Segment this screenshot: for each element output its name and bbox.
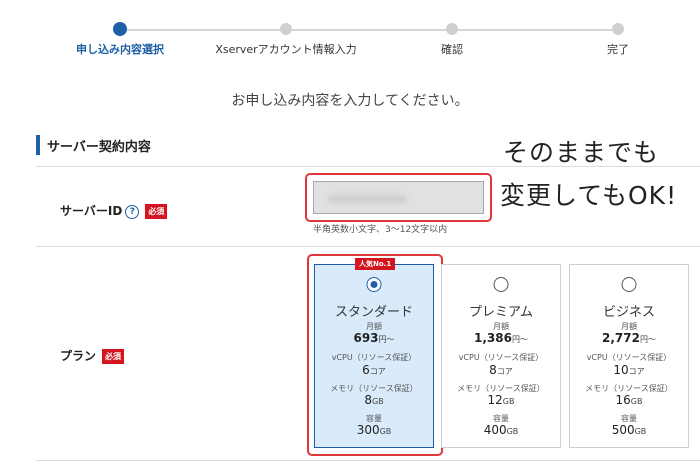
radio-unselected[interactable]: [493, 277, 509, 292]
storage-value: 400GB: [483, 423, 519, 437]
divider: [36, 246, 700, 247]
radio-unselected[interactable]: [621, 277, 637, 292]
plan-card-business[interactable]: ビジネス 月額 2,772円～ vCPU（リソース保証） 10コア メモリ（リソ…: [569, 264, 689, 448]
vcpu-caption: vCPU（リソース保証）: [586, 353, 672, 362]
plan-name: スタンダード: [334, 305, 413, 320]
plan-card-standard[interactable]: スタンダード 月額 693円～ vCPU（リソース保証） 6コア メモリ（リソー…: [314, 264, 434, 448]
plan-price: 693円～: [353, 331, 395, 345]
progress-stepper: 申し込み内容選択 Xserverアカウント情報入力 確認 完了: [0, 0, 700, 60]
step-dot: [446, 23, 458, 35]
handwritten-note-line1: そのままでも: [503, 138, 660, 167]
server-id-input[interactable]: xxxxxxxxxxxx: [313, 181, 484, 214]
handwritten-note-line2: 変更してもOK!: [500, 181, 678, 210]
server-id-value: xxxxxxxxxxxx: [328, 192, 407, 205]
help-icon[interactable]: ?: [125, 204, 140, 219]
plan-price: 2,772円～: [602, 331, 656, 345]
storage-value: 500GB: [611, 423, 647, 437]
step-label-complete: 完了: [607, 43, 629, 56]
step-dot-current: [113, 22, 127, 36]
server-id-label-group: サーバーID? 必須: [60, 202, 168, 219]
vcpu-caption: vCPU（リソース保証）: [331, 353, 417, 362]
vcpu-value: 6コア: [362, 363, 386, 377]
memory-value: 12GB: [487, 393, 515, 407]
page-subtitle: お申し込み内容を入力してください。: [231, 93, 469, 109]
memory-value: 8GB: [364, 393, 384, 407]
server-id-label: サーバーID: [60, 204, 123, 218]
step-label-account: Xserverアカウント情報入力: [215, 43, 357, 56]
divider: [36, 460, 700, 461]
plan-card-premium[interactable]: プレミアム 月額 1,386円～ vCPU（リソース保証） 8コア メモリ（リソ…: [441, 264, 561, 448]
section-title: サーバー契約内容: [47, 140, 151, 155]
server-id-hint: 半角英数小文字、3～12文字以内: [313, 225, 448, 235]
stepper-line: [120, 29, 286, 31]
required-badge: 必須: [102, 349, 125, 364]
vcpu-value: 10コア: [613, 363, 645, 377]
storage-value: 300GB: [356, 423, 392, 437]
step-dot: [280, 23, 292, 35]
stepper-line: [452, 29, 618, 31]
vcpu-caption: vCPU（リソース保証）: [458, 353, 544, 362]
step-label-confirm: 確認: [441, 43, 463, 56]
plan-label-group: プラン 必須: [60, 347, 125, 364]
vcpu-value: 8コア: [489, 363, 513, 377]
popular-badge: 人気No.1: [355, 258, 396, 270]
stepper-line: [286, 29, 452, 31]
radio-selected[interactable]: [366, 277, 382, 292]
section-accent-bar: [36, 135, 40, 155]
plan-name: プレミアム: [468, 305, 534, 320]
required-badge: 必須: [145, 204, 168, 219]
step-dot: [612, 23, 624, 35]
plan-name: ビジネス: [602, 305, 655, 320]
step-label-select: 申し込み内容選択: [76, 43, 164, 56]
plan-label: プラン: [60, 349, 97, 363]
memory-value: 16GB: [615, 393, 643, 407]
plan-price: 1,386円～: [474, 331, 528, 345]
